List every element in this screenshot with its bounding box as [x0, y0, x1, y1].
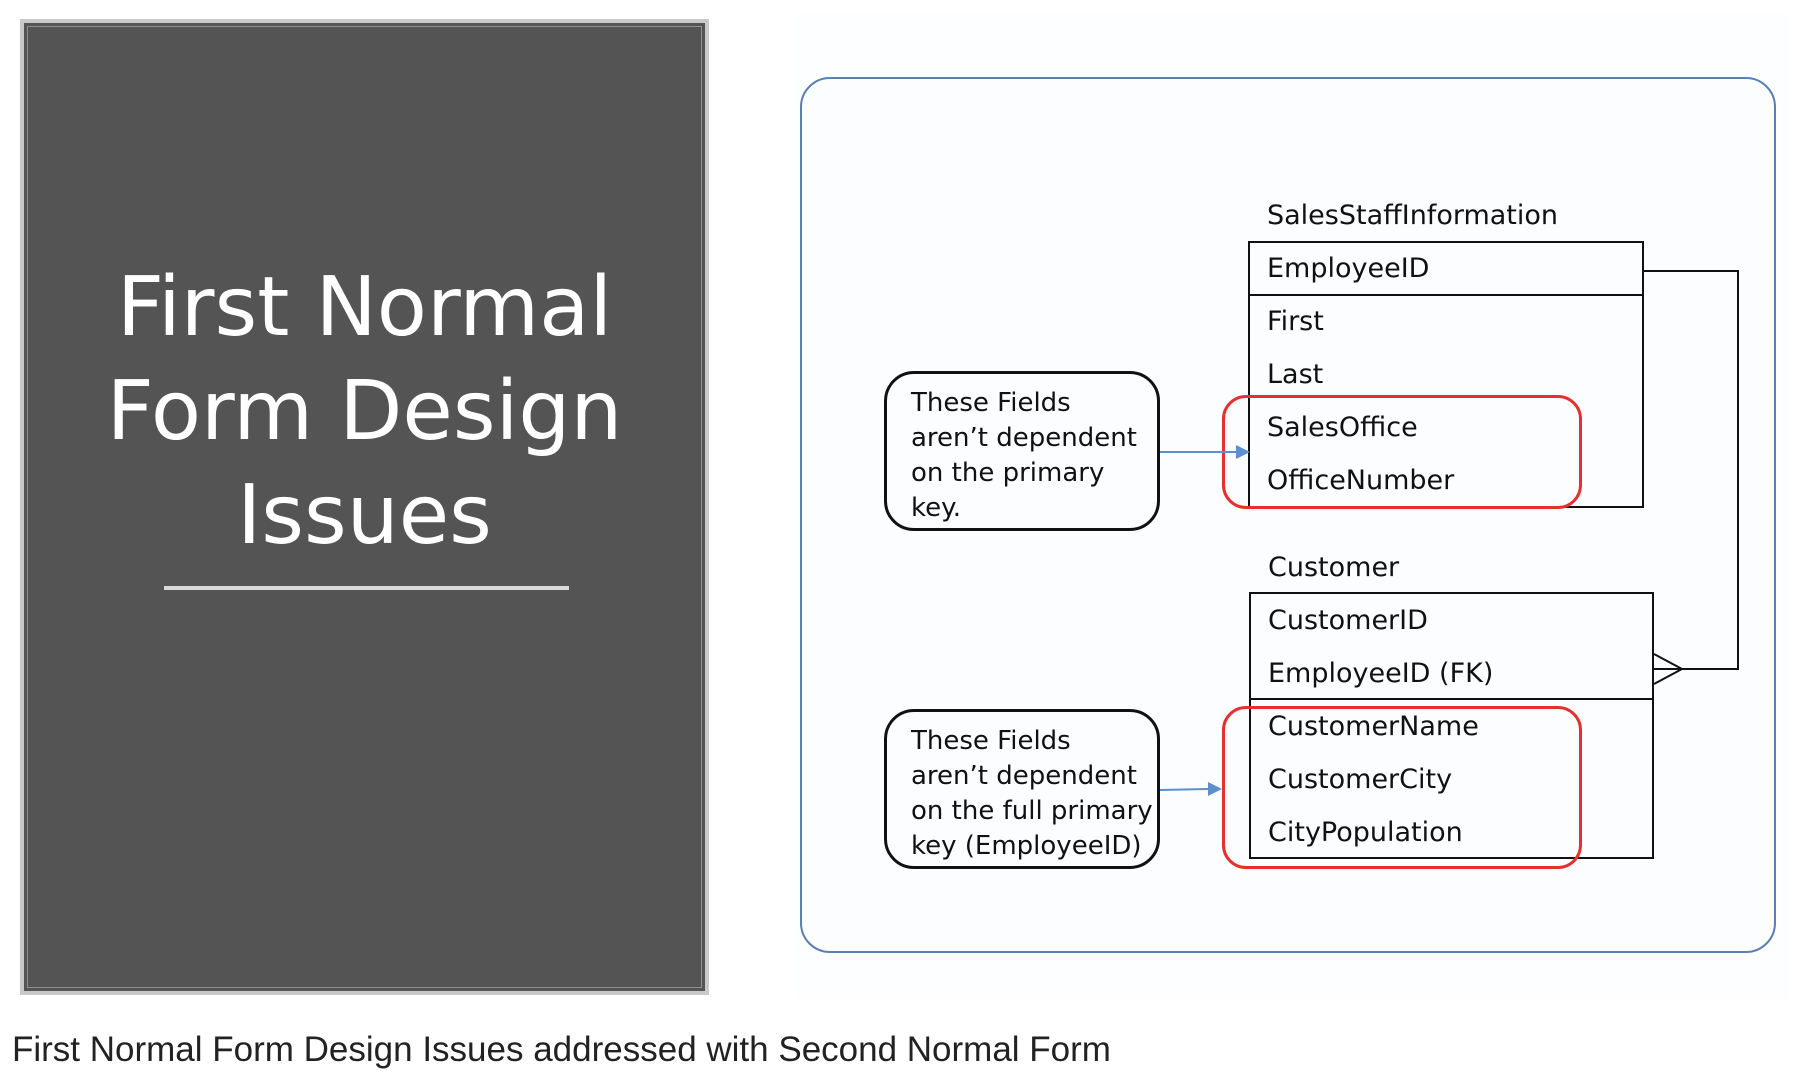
arrow-top: [1160, 445, 1250, 459]
arrow-bottom: [1159, 782, 1222, 796]
relationship-line: [1644, 270, 1739, 685]
figure-caption: First Normal Form Design Issues addresse…: [12, 1030, 1111, 1069]
diagram-connectors: [1159, 270, 1739, 796]
